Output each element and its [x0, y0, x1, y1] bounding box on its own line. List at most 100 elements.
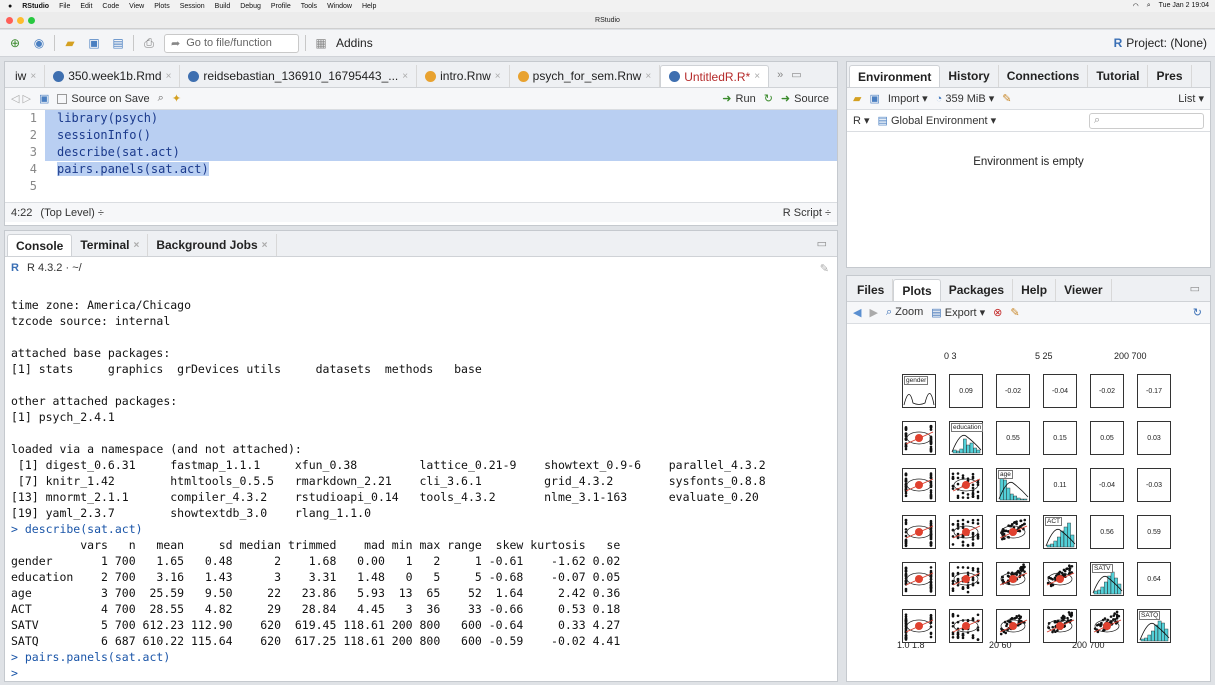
print-icon[interactable]: ⎙ — [140, 34, 158, 52]
console-prompt[interactable]: > — [11, 665, 837, 681]
environment-empty-message: Environment is empty — [973, 156, 1084, 168]
grid-layout-icon[interactable]: ▦ — [312, 34, 330, 52]
save-all-icon[interactable]: ▤ — [109, 34, 127, 52]
tab-background-jobs[interactable]: Background Jobs × — [148, 234, 277, 256]
refresh-icon[interactable]: ↻ — [1193, 306, 1202, 319]
editor-tab[interactable]: intro.Rnw × — [417, 65, 510, 87]
export-button[interactable]: ▤ Export ▾ — [931, 306, 985, 319]
prev-plot-icon[interactable]: ◀ — [853, 306, 861, 319]
close-tab-icon[interactable]: × — [133, 240, 139, 251]
menu-code[interactable]: Code — [102, 3, 119, 10]
clock[interactable]: Tue Jan 2 19:04 — [1159, 2, 1209, 10]
save-workspace-icon[interactable]: ▣ — [869, 92, 879, 105]
broom-icon[interactable]: ✎ — [1010, 306, 1019, 319]
working-directory[interactable]: R 4.3.2 · ~/ — [27, 262, 82, 274]
zoom-button[interactable]: ⌕ Zoom — [886, 306, 923, 319]
source-on-save-checkbox[interactable]: Source on Save — [57, 93, 150, 105]
more-tabs-icon[interactable]: » — [777, 69, 783, 81]
wifi-icon[interactable]: ◠ — [1133, 2, 1139, 10]
language-selector[interactable]: R ▾ — [853, 114, 870, 127]
import-dataset-button[interactable]: Import ▾ — [888, 92, 928, 105]
code-line[interactable] — [45, 178, 837, 195]
code-line[interactable]: library(psych) — [45, 110, 837, 127]
project-menu[interactable]: R Project: (None) — [1114, 36, 1215, 50]
menu-view[interactable]: View — [129, 3, 144, 10]
save-icon[interactable]: ▣ — [85, 34, 103, 52]
app-menu[interactable]: RStudio — [22, 3, 49, 10]
menu-help[interactable]: Help — [362, 3, 376, 10]
tab-files[interactable]: Files — [849, 279, 894, 301]
close-tab-icon[interactable]: × — [645, 71, 651, 82]
minimize-window-button[interactable] — [17, 17, 24, 24]
load-workspace-icon[interactable]: ▰ — [853, 92, 861, 105]
tab-plots[interactable]: Plots — [893, 279, 941, 301]
remove-plot-icon[interactable]: ⊗ — [993, 306, 1002, 319]
scope-selector[interactable]: (Top Level) ÷ — [40, 207, 104, 219]
close-tab-icon[interactable]: × — [30, 71, 36, 82]
maximize-pane-icon[interactable]: ▭ — [1190, 282, 1200, 295]
menu-profile[interactable]: Profile — [271, 3, 291, 10]
menu-edit[interactable]: Edit — [80, 3, 92, 10]
tab-viewer[interactable]: Viewer — [1056, 279, 1112, 301]
tab-help[interactable]: Help — [1013, 279, 1057, 301]
save-icon[interactable]: ▣ — [39, 92, 49, 105]
tab-console[interactable]: Console — [7, 234, 73, 256]
rerun-icon[interactable]: ↻ — [764, 92, 773, 105]
menu-file[interactable]: File — [59, 3, 70, 10]
source-button[interactable]: ➜ Source — [781, 92, 837, 106]
code-line[interactable]: pairs.panels(sat.act) — [45, 161, 837, 178]
tab-presentation[interactable]: Pres — [1148, 65, 1192, 87]
scatter-panel — [949, 515, 983, 549]
code-line[interactable]: sessionInfo() — [45, 127, 837, 144]
close-tab-icon[interactable]: × — [262, 240, 268, 251]
new-file-icon[interactable]: ⊕ — [6, 34, 24, 52]
close-tab-icon[interactable]: × — [166, 71, 172, 82]
close-tab-icon[interactable]: × — [402, 71, 408, 82]
file-type-selector[interactable]: R Script ÷ — [783, 207, 837, 219]
code-editor[interactable]: 1 2 3 4 5 library(psych) sessionInfo() d… — [5, 110, 837, 202]
search-icon[interactable]: ⌕ — [158, 92, 164, 105]
goto-file-input[interactable]: ➦ Go to file/function — [164, 33, 299, 53]
tab-tutorial[interactable]: Tutorial — [1088, 65, 1149, 87]
close-tab-icon[interactable]: × — [754, 71, 760, 82]
code-line[interactable]: describe(sat.act) — [45, 144, 837, 161]
environment-search-input[interactable]: ⌕ — [1089, 112, 1204, 129]
clear-console-icon[interactable]: ✎ — [820, 262, 829, 275]
menu-tools[interactable]: Tools — [301, 3, 317, 10]
close-window-button[interactable] — [6, 17, 13, 24]
editor-tab[interactable]: psych_for_sem.Rnw × — [510, 65, 661, 87]
tab-environment[interactable]: Environment — [849, 65, 941, 87]
search-icon[interactable]: ⌕ — [1147, 2, 1151, 10]
menu-window[interactable]: Window — [327, 3, 352, 10]
memory-usage[interactable]: ◔ 359 MiB ▾ — [936, 92, 995, 105]
maximize-pane-icon[interactable]: ▭ — [791, 68, 801, 81]
broom-icon[interactable]: ✎ — [1002, 92, 1011, 105]
wand-icon[interactable]: ✦ — [172, 92, 181, 105]
run-button[interactable]: ➜ Run — [722, 92, 755, 106]
tab-terminal[interactable]: Terminal × — [72, 234, 149, 256]
menu-debug[interactable]: Debug — [240, 3, 261, 10]
menu-build[interactable]: Build — [215, 3, 231, 10]
editor-tab[interactable]: 350.week1b.Rmd × — [45, 65, 181, 87]
apple-icon[interactable]: ● — [8, 3, 12, 10]
editor-tab[interactable]: reidsebastian_136910_16795443_... × — [180, 65, 418, 87]
editor-tab-active[interactable]: UntitledR.R* × — [660, 65, 770, 87]
editor-tab[interactable]: iw × — [7, 65, 46, 87]
new-project-icon[interactable]: ◉ — [30, 34, 48, 52]
close-tab-icon[interactable]: × — [495, 71, 501, 82]
zoom-window-button[interactable] — [28, 17, 35, 24]
next-plot-icon[interactable]: ▶ — [869, 306, 877, 319]
open-file-icon[interactable]: ▰ — [61, 34, 79, 52]
scope-selector[interactable]: ▤ Global Environment ▾ — [878, 114, 997, 127]
tab-connections[interactable]: Connections — [999, 65, 1089, 87]
menu-session[interactable]: Session — [180, 3, 205, 10]
addins-button[interactable]: Addins — [336, 36, 373, 50]
console-output[interactable]: time zone: America/Chicago tzcode source… — [5, 281, 837, 681]
minimize-pane-icon[interactable]: ▭ — [817, 237, 827, 250]
menu-plots[interactable]: Plots — [154, 3, 170, 10]
tab-history[interactable]: History — [940, 65, 999, 87]
tab-packages[interactable]: Packages — [941, 279, 1014, 301]
back-icon[interactable]: ◁ ▷ — [11, 92, 31, 105]
list-view-button[interactable]: List ▾ — [1178, 92, 1210, 105]
